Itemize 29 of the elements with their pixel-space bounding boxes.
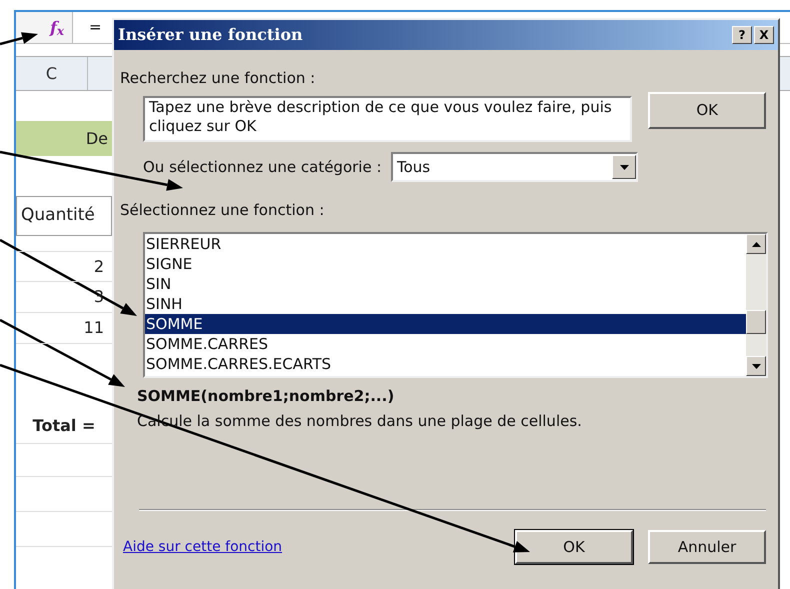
scroll-down-icon[interactable] <box>746 356 766 376</box>
scrollbar[interactable] <box>746 234 766 376</box>
dialog-button[interactable]: OK <box>515 530 633 564</box>
search-ok-button[interactable]: OK <box>648 92 766 129</box>
window-title: Insérer une fonction <box>118 24 304 46</box>
function-item[interactable]: SIGNE <box>145 254 746 274</box>
close-button[interactable]: X <box>754 26 774 44</box>
category-dropdown[interactable]: Tous <box>391 152 638 182</box>
search-label: Recherchez une fonction : <box>120 68 316 88</box>
function-item[interactable]: SOMME.CARRES.ECARTS <box>145 354 746 374</box>
arrow <box>0 32 38 46</box>
scroll-up-icon[interactable] <box>746 234 766 254</box>
help-link[interactable]: Aide sur cette fonction <box>123 536 500 558</box>
column-header[interactable]: C <box>16 57 88 90</box>
function-signature: SOMME(nombre1;nombre2;...) <box>137 386 394 406</box>
scroll-thumb[interactable] <box>746 310 766 334</box>
function-item[interactable]: SOMME <box>145 314 746 334</box>
insert-function-button[interactable]: f$_{x}$ <box>16 12 72 43</box>
function-item[interactable]: SINH <box>145 294 746 314</box>
help-button[interactable]: ? <box>732 26 752 44</box>
function-item[interactable]: SIERREUR <box>145 234 746 254</box>
dialog-button[interactable]: Annuler <box>648 530 766 564</box>
function-list-label: Sélectionnez une fonction : <box>120 200 326 220</box>
table-title-cell: De <box>16 121 112 156</box>
search-field[interactable]: Tapez une brève description de ce que vous voulez faire, puis cliquez sur OK <box>143 96 632 142</box>
category-label: Ou sélectionnez une catégorie : <box>143 156 383 178</box>
function-item[interactable]: SIN <box>145 274 746 294</box>
column-heading-cell: Quantité <box>16 196 112 236</box>
function-item[interactable]: SOMME.CARRES <box>145 334 746 354</box>
